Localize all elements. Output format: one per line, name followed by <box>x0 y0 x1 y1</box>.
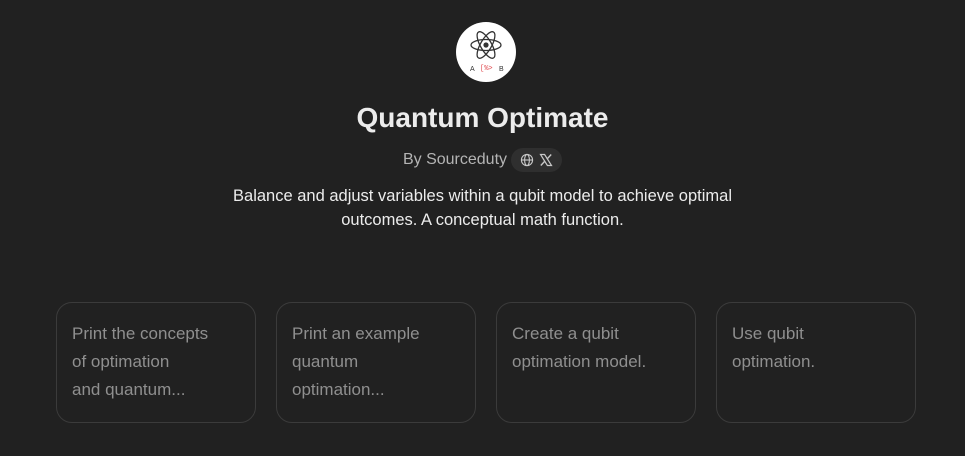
starter-text-line: optimation model. <box>512 352 647 371</box>
atom-logo-icon: A [%> B <box>470 31 504 73</box>
starter-text-line: Print the concepts <box>72 324 209 343</box>
starter-text-line: and quantum... <box>72 380 186 399</box>
avatar-label-b: B <box>499 66 504 73</box>
starter-text-line: of optimation <box>72 352 170 371</box>
avatar-label-a: A <box>470 66 475 73</box>
byline: By Sourceduty <box>0 148 965 172</box>
conversation-starters: Print the concepts of optimation and qua… <box>56 302 916 423</box>
starter-text-line: Print an example <box>292 324 420 343</box>
starter-card[interactable]: Create a qubit optimation model. <box>496 302 696 423</box>
starter-text-line: optimation... <box>292 380 385 399</box>
gpt-title: Quantum Optimate <box>356 102 609 133</box>
globe-icon[interactable] <box>520 153 534 167</box>
avatar-label-middle: [%> <box>480 65 493 73</box>
starter-text-line: quantum <box>292 352 359 371</box>
social-links <box>511 148 563 172</box>
gpt-avatar: A [%> B <box>456 22 516 82</box>
x-icon[interactable] <box>539 153 553 167</box>
gpt-description: Balance and adjust variables within a qu… <box>233 187 732 229</box>
starter-card[interactable]: Use qubit optimation. <box>716 302 916 423</box>
starter-card[interactable]: Print the concepts of optimation and qua… <box>56 302 256 423</box>
starter-text-line: Use qubit <box>732 324 804 343</box>
starter-text-line: Create a qubit <box>512 324 619 343</box>
author-byline: By Sourceduty <box>402 151 508 168</box>
starter-card[interactable]: Print an example quantum optimation... <box>276 302 476 423</box>
gpt-profile-page: A [%> B Quantum Optimate By Sourceduty B… <box>0 0 965 456</box>
starter-text-line: optimation. <box>732 352 816 371</box>
